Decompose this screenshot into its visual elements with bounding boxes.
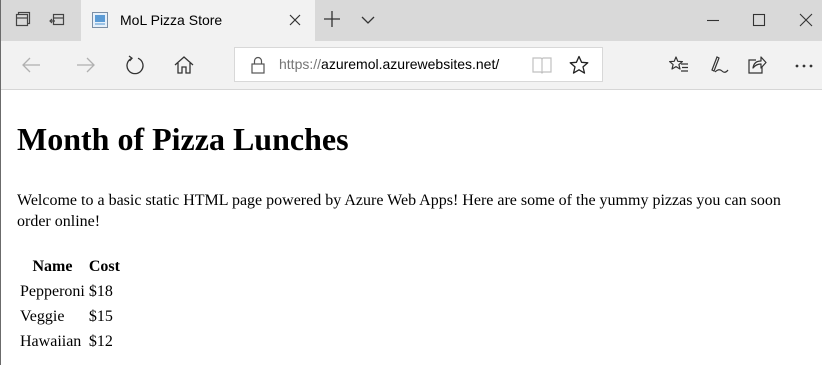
address-bar[interactable]: https://azuremol.azurewebsites.net/	[234, 47, 603, 82]
column-header-cost: Cost	[88, 258, 120, 275]
pizza-name: Pepperoni	[20, 283, 85, 300]
pen-icon[interactable]	[709, 55, 729, 75]
reading-view-icon[interactable]	[532, 56, 552, 74]
tab-strip: MoL Pizza Store	[1, 0, 822, 41]
pizza-name: Veggie	[20, 308, 65, 325]
plus-icon[interactable]	[323, 10, 341, 28]
navigation-bar: https://azuremol.azurewebsites.net/	[1, 41, 822, 90]
close-icon[interactable]	[799, 13, 813, 27]
url-host: azuremol.azurewebsites.net/	[321, 56, 500, 72]
lock-icon[interactable]	[251, 56, 265, 74]
forward-arrow-icon[interactable]	[76, 55, 96, 75]
tab-aside-icon[interactable]	[15, 11, 31, 27]
close-icon[interactable]	[287, 12, 303, 28]
pizza-name: Hawaiian	[20, 333, 82, 350]
browser-window: MoL Pizza Store https://azuremol.azurewe…	[0, 0, 822, 365]
back-arrow-icon[interactable]	[21, 55, 41, 75]
pizza-table: Name Cost Pepperoni $18 Veggie $15 Hawai…	[17, 253, 123, 355]
table-header-row: Name Cost	[19, 255, 121, 278]
tab-title: MoL Pizza Store	[120, 12, 223, 28]
column-header-name: Name	[32, 258, 73, 275]
tab-active[interactable]: MoL Pizza Store	[81, 0, 315, 41]
refresh-icon[interactable]	[125, 55, 145, 75]
more-icon[interactable]	[794, 55, 814, 75]
table-row: Veggie $15	[19, 305, 121, 328]
url-text[interactable]: https://azuremol.azurewebsites.net/	[279, 56, 499, 72]
minimize-icon[interactable]	[706, 13, 720, 27]
maximize-icon[interactable]	[752, 13, 766, 27]
star-icon[interactable]	[569, 55, 589, 75]
intro-paragraph: Welcome to a basic static HTML page powe…	[17, 192, 781, 230]
home-icon[interactable]	[174, 55, 194, 75]
table-row: Hawaiian $12	[19, 330, 121, 353]
favorites-icon[interactable]	[669, 55, 689, 75]
pizza-cost: $12	[88, 333, 113, 350]
url-protocol: https://	[279, 56, 322, 72]
table-row: Pepperoni $18	[19, 280, 121, 303]
pizza-cost: $18	[88, 283, 113, 300]
chevron-down-icon[interactable]	[361, 13, 375, 25]
page-content: Month of Pizza Lunches Welcome to a basi…	[1, 91, 822, 365]
set-aside-tabs-icon[interactable]	[49, 11, 65, 27]
page-title: Month of Pizza Lunches	[17, 121, 349, 157]
favicon-icon	[92, 12, 108, 28]
pizza-cost: $15	[88, 308, 113, 325]
share-icon[interactable]	[747, 55, 767, 75]
